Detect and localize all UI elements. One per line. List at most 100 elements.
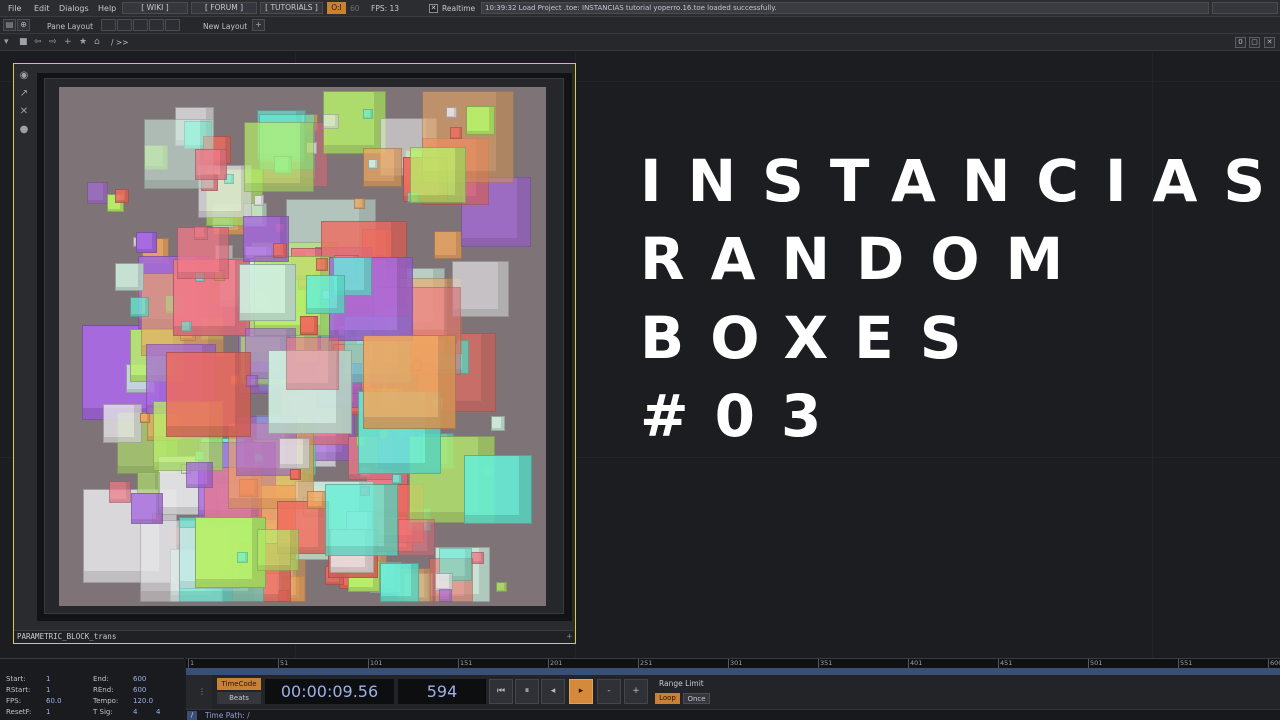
menu-dialogs[interactable]: Dialogs (59, 4, 89, 13)
operator-node[interactable]: ◉ ↗ ✕ ● PARAMETRIC_BLOCK_trans + (13, 63, 576, 644)
network-path[interactable]: / >> (111, 38, 128, 47)
path-bar: ▾ ■ ⇦ ⇨ + ★ ⌂ / >> 0 ▢ ✕ (0, 34, 1280, 51)
step-forward-button[interactable]: + (624, 679, 648, 704)
instanced-box (433, 231, 462, 260)
instanced-box (449, 126, 462, 139)
beats-toggle[interactable]: Beats (217, 692, 261, 704)
fps-value[interactable]: 60.0 (46, 697, 62, 705)
instanced-box (194, 225, 209, 240)
menu-file[interactable]: File (8, 4, 21, 13)
status-message: 10:39:32 Load Project .toe: INSTANCIAS t… (481, 2, 1209, 14)
fps-cap: 60 (350, 4, 360, 13)
instanced-box (379, 562, 419, 602)
realtime-label: Realtime (442, 4, 476, 13)
loop-toggle[interactable]: Loop (655, 693, 680, 704)
layout-four-button[interactable] (149, 19, 164, 31)
rstart-value[interactable]: 1 (46, 686, 50, 694)
layout-single-button[interactable] (101, 19, 116, 31)
close-icon[interactable]: ✕ (1264, 37, 1275, 48)
frame-display[interactable]: 594 (398, 679, 486, 704)
forum-button[interactable]: [ FORUM ] (191, 2, 257, 14)
instanced-box (139, 413, 150, 424)
instanced-box (316, 258, 329, 271)
wiki-button[interactable]: [ WIKI ] (122, 2, 188, 14)
tsig-denominator[interactable]: 4 (156, 708, 160, 716)
instanced-box (438, 588, 453, 602)
pane-layout-bar: ▤ ⊕ Pane Layout New Layout + (0, 17, 1280, 34)
forward-icon[interactable]: ⇨ (49, 37, 57, 47)
rewind-button[interactable]: ⏮ (489, 679, 513, 704)
tsig-numerator[interactable]: 4 (133, 708, 137, 716)
tempo-value[interactable]: 120.0 (133, 697, 153, 705)
ruler-tick-label: 401 (910, 659, 923, 667)
lock-icon[interactable]: ● (18, 124, 30, 136)
operator-side-toolbar: ◉ ↗ ✕ ● (18, 70, 34, 142)
operator-plus-icon[interactable]: + (567, 632, 572, 642)
path-zero-button[interactable]: 0 (1235, 37, 1246, 48)
star-icon[interactable]: ★ (79, 37, 87, 47)
back-icon[interactable]: ⇦ (34, 37, 42, 47)
menu-edit[interactable]: Edit (34, 4, 50, 13)
pause-button[interactable]: ⏸ (515, 679, 539, 704)
range-limit-label: Range Limit (659, 679, 704, 688)
instanced-box (245, 374, 258, 387)
chevron-down-icon[interactable]: ▾ (4, 37, 9, 47)
operator-name[interactable]: PARAMETRIC_BLOCK_trans + (14, 630, 574, 643)
instanced-box (367, 159, 378, 170)
end-value[interactable]: 600 (133, 675, 146, 683)
title-line-1: INSTANCIAS (640, 147, 1280, 215)
instanced-box (86, 182, 109, 204)
instanced-box (392, 474, 403, 485)
instanced-box (307, 490, 327, 510)
instanced-box (115, 262, 145, 292)
instanced-box (490, 416, 506, 431)
network-editor[interactable]: ◉ ↗ ✕ ● PARAMETRIC_BLOCK_trans + INSTANC… (0, 52, 1280, 658)
timecode-display[interactable]: 00:00:09.56 (265, 679, 394, 704)
instanced-box (166, 352, 251, 437)
start-value[interactable]: 1 (46, 675, 50, 683)
ruler-tick-label: 501 (1090, 659, 1103, 667)
play-reverse-button[interactable]: ◂ (541, 679, 565, 704)
instanced-box (285, 336, 339, 390)
layout-two-button[interactable] (117, 19, 132, 31)
ruler-tick-label: 351 (820, 659, 833, 667)
stop-icon[interactable]: ■ (19, 37, 28, 47)
layout-three-button[interactable] (133, 19, 148, 31)
new-layout-add-button[interactable]: + (252, 19, 265, 31)
time-path-bar: / Time Path: / (186, 709, 1280, 720)
rend-value[interactable]: 600 (133, 686, 146, 694)
home-icon[interactable]: ⌂ (94, 37, 100, 47)
pane-type-icon[interactable]: ▤ (3, 19, 16, 31)
timeline-range-bar[interactable] (186, 668, 1280, 675)
bypass-icon[interactable]: ↗ (18, 88, 30, 100)
status-extra-field[interactable] (1212, 2, 1278, 14)
instanced-box (398, 519, 435, 556)
close-icon[interactable]: ✕ (18, 106, 30, 118)
instanced-box (325, 483, 399, 557)
timeline-ruler[interactable]: 151101151201251301351401451501551600 (186, 658, 1280, 669)
maximize-icon[interactable]: ▢ (1249, 37, 1260, 48)
time-path-icon[interactable]: / (187, 711, 197, 720)
instanced-box (238, 263, 297, 322)
viewer-toggle-icon[interactable]: ◉ (18, 70, 30, 82)
timeline-options-icon[interactable]: ⋮ (198, 687, 206, 696)
instanced-box (272, 243, 288, 258)
instanced-box (137, 471, 160, 495)
tutorials-button[interactable]: [ TUTORIALS ] (260, 2, 323, 14)
pane-layout-label: Pane Layout (47, 22, 94, 31)
pane-split-icon[interactable]: ⊕ (17, 19, 30, 31)
step-back-button[interactable]: - (597, 679, 621, 704)
layout-grid-button[interactable] (165, 19, 180, 31)
play-forward-button[interactable]: ▸ (569, 679, 593, 704)
resetf-value[interactable]: 1 (46, 708, 50, 716)
timeline-left-gutter: ⋮ (186, 675, 212, 709)
render-viewport[interactable] (59, 87, 546, 606)
instanced-box (353, 197, 366, 210)
add-icon[interactable]: + (64, 37, 72, 47)
menu-help[interactable]: Help (98, 4, 116, 13)
realtime-checkbox[interactable]: ✕ (429, 4, 438, 13)
once-toggle[interactable]: Once (683, 693, 710, 704)
oi-toggle[interactable]: O:I (327, 2, 346, 14)
timecode-toggle[interactable]: TimeCode (217, 678, 261, 690)
title-line-4: #03 (640, 382, 848, 450)
